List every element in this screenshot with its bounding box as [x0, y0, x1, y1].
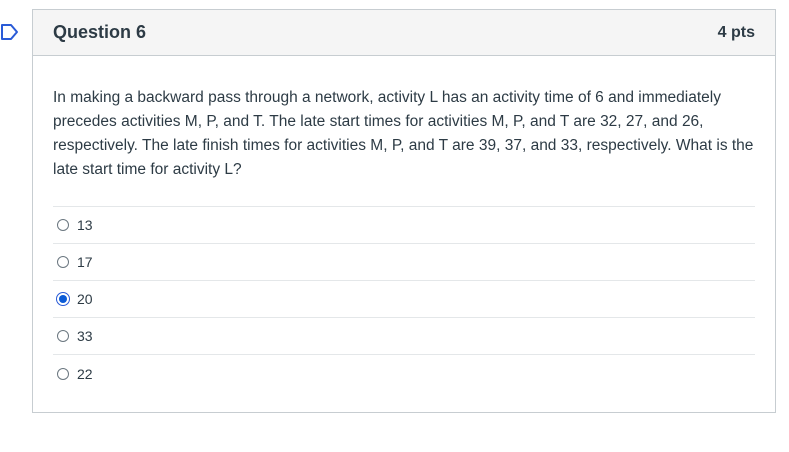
- answer-label: 13: [77, 217, 93, 233]
- question-card: Question 6 4 pts In making a backward pa…: [32, 9, 776, 413]
- question-title: Question 6: [53, 22, 147, 42]
- radio-button[interactable]: [57, 256, 69, 268]
- answer-option-1[interactable]: 13: [53, 207, 755, 244]
- radio-button-selected[interactable]: [56, 292, 70, 306]
- answer-option-2[interactable]: 17: [53, 244, 755, 281]
- question-points: 4 pts: [717, 23, 755, 41]
- answer-option-4[interactable]: 33: [53, 318, 755, 355]
- question-text: In making a backward pass through a netw…: [53, 89, 754, 178]
- answer-label: 17: [77, 254, 93, 270]
- flag-question-icon[interactable]: [0, 22, 20, 42]
- answer-option-3[interactable]: 20: [53, 281, 755, 318]
- radio-button[interactable]: [57, 219, 69, 231]
- answer-list: 13 17 20 33 22: [53, 206, 755, 392]
- question-body: In making a backward pass through a netw…: [33, 56, 775, 392]
- radio-button[interactable]: [57, 330, 69, 342]
- radio-button[interactable]: [57, 367, 69, 380]
- answer-label: 22: [77, 365, 93, 382]
- answer-label: 33: [77, 328, 93, 344]
- answer-option-5[interactable]: 22: [53, 355, 755, 392]
- question-header: Question 6 4 pts: [33, 10, 775, 56]
- answer-label: 20: [77, 291, 93, 307]
